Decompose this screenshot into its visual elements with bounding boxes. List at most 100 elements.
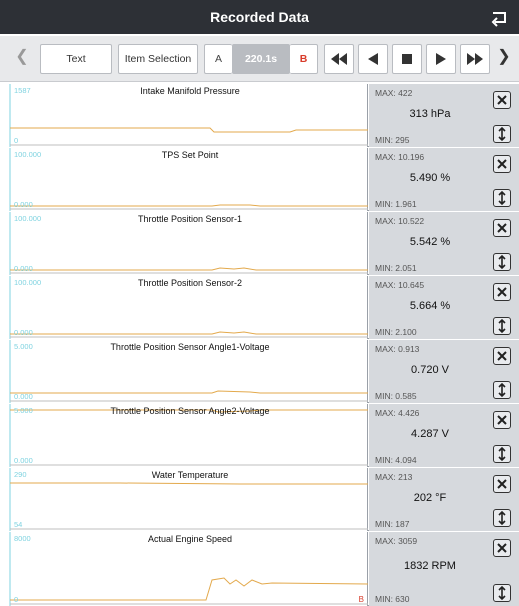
current-value: 0.720 V	[411, 364, 449, 376]
data-row: 100.000 0.000 TPS Set Point MAX: 10.196 …	[0, 148, 519, 211]
stop-icon[interactable]	[392, 44, 422, 74]
item-selection-button[interactable]: Item Selection	[118, 44, 198, 74]
trace-line	[10, 577, 368, 601]
min-value: MIN: 0.585	[375, 391, 417, 401]
axis-max-label: 100.000	[14, 278, 42, 287]
axis-min-label: 0	[14, 136, 19, 145]
min-value: MIN: 2.051	[375, 263, 417, 273]
min-value: MIN: 4.094	[375, 455, 417, 465]
marker-b-label: B	[358, 595, 364, 604]
max-value: MAX: 10.645	[375, 280, 425, 290]
parameter-name: Water Temperature	[151, 470, 229, 480]
data-row: 100.000 0.000 Throttle Position Sensor-1…	[0, 212, 519, 275]
value-panel: MAX: 0.913 0.720 V MIN: 0.585	[369, 340, 519, 403]
data-row: 8000 0 Actual Engine Speed B MAX: 3059 1…	[0, 532, 519, 606]
max-value: MAX: 10.196	[375, 152, 425, 162]
trace-line	[10, 331, 368, 335]
time-value: 220.1s	[232, 44, 290, 74]
min-value: MIN: 2.100	[375, 327, 417, 337]
axis-max-label: 290	[14, 470, 27, 479]
axis-max-label: 1587	[14, 86, 31, 95]
close-icon[interactable]	[493, 219, 511, 237]
current-value: 202 °F	[413, 492, 447, 504]
max-value: MAX: 3059	[375, 536, 418, 546]
current-value: 4.287 V	[411, 428, 449, 440]
trace-line	[10, 127, 368, 133]
rewind-icon[interactable]	[324, 44, 354, 74]
max-value: MAX: 213	[375, 472, 413, 482]
parameter-name: Throttle Position Sensor-1	[137, 214, 243, 224]
step-back-icon[interactable]	[358, 44, 388, 74]
value-panel: MAX: 10.645 5.664 % MIN: 2.100	[369, 276, 519, 339]
value-panel: MAX: 4.426 4.287 V MIN: 4.094	[369, 404, 519, 467]
expand-icon[interactable]	[493, 253, 511, 271]
expand-icon[interactable]	[493, 317, 511, 335]
axis-max-label: 5.000	[14, 342, 33, 351]
min-value: MIN: 1.961	[375, 199, 417, 209]
parameter-name: Throttle Position Sensor-2	[137, 278, 243, 288]
parameter-name: Throttle Position Sensor Angle2-Voltage	[110, 406, 270, 416]
playback-toolbar: ❮ Text Item Selection A 220.1s B ❯	[0, 36, 519, 82]
return-icon[interactable]	[485, 4, 513, 30]
min-value: MIN: 187	[375, 519, 410, 529]
max-value: MAX: 4.426	[375, 408, 420, 418]
data-row: 290 54 Water Temperature MAX: 213 202 °F…	[0, 468, 519, 531]
current-value: 1832 RPM	[404, 560, 456, 572]
close-icon[interactable]	[493, 347, 511, 365]
graph-area: 8000 0 Actual Engine Speed B	[0, 532, 368, 606]
axis-max-label: 100.000	[14, 214, 42, 223]
current-value: 5.542 %	[409, 236, 451, 248]
graph-area: 290 54 Water Temperature	[0, 468, 368, 531]
axis-max-label: 100.000	[14, 150, 42, 159]
fast-forward-icon[interactable]	[460, 44, 490, 74]
axis-max-label: 5.000	[14, 406, 33, 415]
next-page-icon[interactable]: ❯	[494, 44, 514, 74]
parameter-name: Intake Manifold Pressure	[140, 86, 240, 96]
expand-icon[interactable]	[493, 381, 511, 399]
axis-min-label: 0	[14, 595, 19, 604]
marker-a-button[interactable]: A	[204, 44, 232, 74]
value-panel: MAX: 10.522 5.542 % MIN: 2.051	[369, 212, 519, 275]
value-panel: MAX: 422 313 hPa MIN: 295	[369, 84, 519, 147]
min-value: MIN: 630	[375, 594, 410, 604]
value-panel: MAX: 10.196 5.490 % MIN: 1.961	[369, 148, 519, 211]
current-value: 313 hPa	[409, 108, 451, 120]
axis-min-label: 54	[14, 520, 23, 529]
graph-area: 1587 0 Intake Manifold Pressure	[0, 84, 368, 147]
graph-area: 100.000 0.000 Throttle Position Sensor-1	[0, 212, 368, 275]
expand-icon[interactable]	[493, 189, 511, 207]
current-value: 5.490 %	[409, 172, 451, 184]
trace-line	[10, 482, 368, 485]
close-icon[interactable]	[493, 539, 511, 557]
trace-line	[10, 390, 368, 394]
close-icon[interactable]	[493, 475, 511, 493]
close-icon[interactable]	[493, 155, 511, 173]
title-bar: Recorded Data	[0, 0, 519, 34]
current-value: 5.664 %	[409, 300, 451, 312]
expand-icon[interactable]	[493, 584, 511, 602]
axis-min-label: 0.000	[14, 200, 33, 209]
axis-max-label: 8000	[14, 534, 31, 543]
expand-icon[interactable]	[493, 509, 511, 527]
text-button[interactable]: Text	[40, 44, 112, 74]
trace-line	[10, 204, 368, 207]
prev-page-icon[interactable]: ❮	[10, 44, 34, 74]
graph-area: 5.000 0.000 Throttle Position Sensor Ang…	[0, 340, 368, 403]
axis-min-label: 0.000	[14, 392, 33, 401]
close-icon[interactable]	[493, 411, 511, 429]
value-panel: MAX: 213 202 °F MIN: 187	[369, 468, 519, 531]
close-icon[interactable]	[493, 283, 511, 301]
marker-b-button[interactable]: B	[290, 44, 318, 74]
parameter-name: Actual Engine Speed	[147, 534, 233, 544]
graph-area: 100.000 0.000 Throttle Position Sensor-2	[0, 276, 368, 339]
data-row: 5.000 0.000 Throttle Position Sensor Ang…	[0, 404, 519, 467]
close-icon[interactable]	[493, 91, 511, 109]
data-row: 1587 0 Intake Manifold Pressure MAX: 422…	[0, 84, 519, 147]
data-row: 5.000 0.000 Throttle Position Sensor Ang…	[0, 340, 519, 403]
expand-icon[interactable]	[493, 125, 511, 143]
parameter-name: TPS Set Point	[161, 150, 219, 160]
axis-min-label: 0.000	[14, 328, 33, 337]
play-icon[interactable]	[426, 44, 456, 74]
expand-icon[interactable]	[493, 445, 511, 463]
axis-min-label: 0.000	[14, 264, 33, 273]
